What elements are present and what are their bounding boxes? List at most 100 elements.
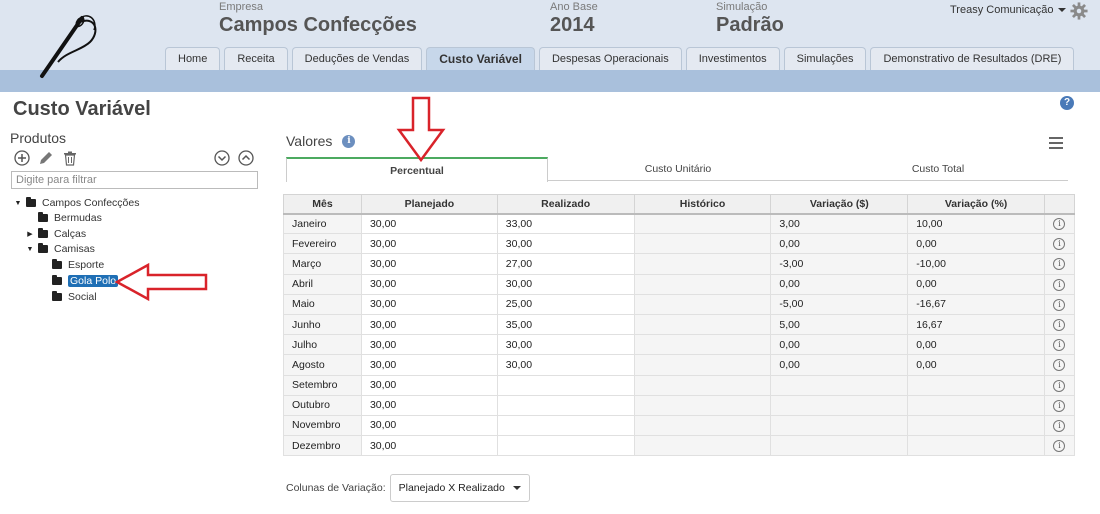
column-header-actions <box>1043 194 1076 215</box>
cell-realizado[interactable] <box>496 414 635 437</box>
cell-variacao-abs: 0,00 <box>770 273 909 295</box>
folder-open-icon <box>26 197 36 207</box>
row-info-icon[interactable]: i <box>1053 399 1066 412</box>
pencil-icon[interactable] <box>38 150 54 166</box>
cell-actions: i <box>1043 273 1076 295</box>
cell-planejado[interactable]: 30,00 <box>360 233 498 255</box>
row-info-icon[interactable]: i <box>1053 238 1066 251</box>
caret-down-icon[interactable]: ▼ <box>26 246 34 253</box>
caret-down-icon[interactable]: ▼ <box>14 200 22 207</box>
gear-icon[interactable] <box>1070 2 1088 20</box>
user-menu[interactable]: Treasy Comunicação <box>950 4 1066 16</box>
tree-node-calcas[interactable]: ▶ Calças <box>26 227 86 241</box>
help-icon[interactable]: ? <box>1060 96 1074 110</box>
column-header-variacao-pct: Variação (%) <box>907 194 1045 215</box>
add-icon[interactable] <box>14 150 30 166</box>
expand-all-icon[interactable] <box>214 150 230 166</box>
tab-simulacoes[interactable]: Simulações <box>783 47 867 70</box>
cell-variacao-pct: -16,67 <box>907 293 1045 315</box>
cell-realizado[interactable] <box>496 374 635 396</box>
cell-mes: Fevereiro <box>283 233 362 255</box>
cell-planejado[interactable]: 30,00 <box>360 394 498 416</box>
row-info-icon[interactable]: i <box>1053 298 1066 311</box>
collapse-all-icon[interactable] <box>238 150 254 166</box>
cell-actions: i <box>1043 374 1076 396</box>
row-info-icon[interactable]: i <box>1053 359 1066 372</box>
cell-realizado[interactable]: 30,00 <box>496 354 635 376</box>
colunas-variacao-select[interactable]: Planejado X Realizado <box>389 474 530 502</box>
cell-historico <box>633 212 772 235</box>
subtab-custo-total[interactable]: Custo Total <box>808 157 1068 181</box>
cell-mes: Janeiro <box>283 212 362 235</box>
cell-realizado[interactable]: 27,00 <box>496 253 635 275</box>
caret-right-icon[interactable]: ▶ <box>26 230 34 238</box>
cell-planejado[interactable]: 30,00 <box>360 374 498 396</box>
subtab-percentual[interactable]: Percentual <box>286 157 548 182</box>
empresa-label: Empresa <box>219 1 264 13</box>
cell-actions: i <box>1043 293 1076 315</box>
cell-actions: i <box>1043 212 1076 235</box>
cell-realizado[interactable]: 30,00 <box>496 334 635 356</box>
valores-subtabs: Percentual Custo Unitário Custo Total <box>286 157 1068 182</box>
produtos-expand-toolbar <box>214 150 254 166</box>
tree-node-bermudas[interactable]: Bermudas <box>26 211 102 225</box>
row-info-icon[interactable]: i <box>1053 278 1066 291</box>
row-info-icon[interactable]: i <box>1053 440 1066 453</box>
cell-realizado[interactable]: 30,00 <box>496 233 635 255</box>
tab-despesas[interactable]: Despesas Operacionais <box>538 47 682 70</box>
table-row: Fevereiro 30,00 30,00 0,00 0,00 i <box>283 233 1076 255</box>
cell-realizado[interactable]: 35,00 <box>496 313 635 336</box>
tree-node-label: Camisas <box>54 243 95 255</box>
tab-custo-variavel[interactable]: Custo Variável <box>426 47 535 70</box>
row-info-icon[interactable]: i <box>1053 258 1066 271</box>
cell-mes: Setembro <box>283 374 362 396</box>
produtos-filter-input[interactable] <box>11 171 258 189</box>
row-info-icon[interactable]: i <box>1053 419 1066 432</box>
cell-realizado[interactable] <box>496 394 635 416</box>
tab-receita[interactable]: Receita <box>224 47 288 70</box>
row-info-icon[interactable]: i <box>1053 218 1066 231</box>
cell-planejado[interactable]: 30,00 <box>360 334 498 356</box>
tree-node-campos-confeccoes[interactable]: ▼ Campos Confecções <box>14 196 139 210</box>
tree-node-esporte[interactable]: Esporte <box>40 258 104 272</box>
cell-planejado[interactable]: 30,00 <box>360 354 498 376</box>
tab-dre[interactable]: Demonstrativo de Resultados (DRE) <box>870 47 1075 70</box>
tab-deducoes[interactable]: Deduções de Vendas <box>291 47 423 70</box>
table-row: Outubro 30,00 i <box>283 394 1076 416</box>
cell-realizado[interactable]: 30,00 <box>496 273 635 295</box>
cell-mes: Julho <box>283 334 362 356</box>
cell-variacao-pct: -10,00 <box>907 253 1045 275</box>
hamburger-menu-icon[interactable] <box>1049 137 1063 149</box>
colunas-variacao: Colunas de Variação: Planejado X Realiza… <box>286 474 530 502</box>
cell-planejado[interactable]: 30,00 <box>360 293 498 315</box>
user-name: Treasy Comunicação <box>950 4 1054 16</box>
trash-icon[interactable] <box>62 150 78 166</box>
cell-planejado[interactable]: 30,00 <box>360 253 498 275</box>
subtab-custo-unitario[interactable]: Custo Unitário <box>548 157 808 181</box>
row-info-icon[interactable]: i <box>1053 319 1066 332</box>
produtos-title: Produtos <box>10 130 67 146</box>
cell-planejado[interactable]: 30,00 <box>360 435 498 457</box>
simulacao-value: Padrão <box>716 14 784 36</box>
tree-node-gola-polo[interactable]: Gola Polo <box>40 274 119 288</box>
tree-node-social[interactable]: Social <box>40 290 97 304</box>
info-icon[interactable]: i <box>342 134 356 148</box>
cell-planejado[interactable]: 30,00 <box>360 273 498 295</box>
cell-realizado[interactable] <box>496 435 635 457</box>
row-info-icon[interactable]: i <box>1053 339 1066 352</box>
tree-node-camisas[interactable]: ▼ Camisas <box>26 242 95 256</box>
cell-planejado[interactable]: 30,00 <box>360 212 498 235</box>
cell-realizado[interactable]: 33,00 <box>496 212 635 235</box>
tree-node-label: Social <box>68 291 97 303</box>
tab-home[interactable]: Home <box>165 47 221 70</box>
cell-planejado[interactable]: 30,00 <box>360 414 498 437</box>
cell-realizado[interactable]: 25,00 <box>496 293 635 315</box>
cell-variacao-abs: 0,00 <box>770 334 909 356</box>
cell-planejado[interactable]: 30,00 <box>360 313 498 336</box>
column-header-historico: Histórico <box>633 194 772 215</box>
table-row: Novembro 30,00 i <box>283 414 1076 437</box>
cell-historico <box>633 233 772 255</box>
row-info-icon[interactable]: i <box>1053 379 1066 392</box>
column-header-realizado: Realizado <box>496 194 635 215</box>
tab-investimentos[interactable]: Investimentos <box>685 47 780 70</box>
